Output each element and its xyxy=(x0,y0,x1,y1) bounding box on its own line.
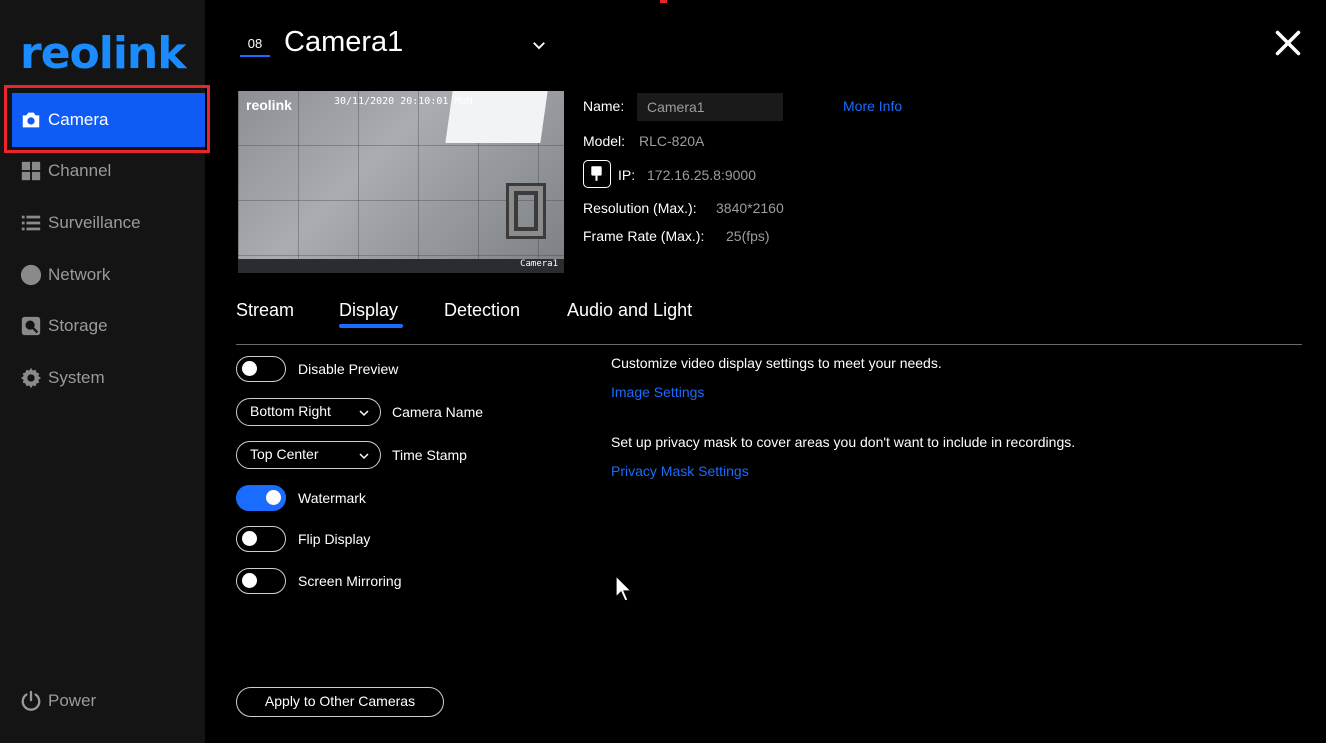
ip-value: 172.16.25.8:9000 xyxy=(647,167,756,183)
sidebar-item-storage[interactable]: Storage xyxy=(12,300,204,352)
sidebar-item-surveillance[interactable]: Surveillance xyxy=(12,197,204,249)
more-info-link[interactable]: More Info xyxy=(843,98,902,114)
sidebar-item-system[interactable]: System xyxy=(12,352,204,404)
top-indicator xyxy=(660,0,667,3)
camera-title[interactable]: Camera1 xyxy=(284,26,403,59)
tab-detection[interactable]: Detection xyxy=(444,300,520,321)
sidebar-item-label: Storage xyxy=(48,316,108,335)
sidebar: reolink Camera Channel Surveillance Netw… xyxy=(0,0,210,743)
preview-camera-name: Camera1 xyxy=(520,259,558,269)
preview-timestamp: 30/11/2020 20:10:01 MON xyxy=(334,96,473,107)
globe-icon xyxy=(20,264,42,286)
image-settings-link[interactable]: Image Settings xyxy=(611,384,704,400)
privacy-mask-settings-link[interactable]: Privacy Mask Settings xyxy=(611,463,749,479)
tab-display[interactable]: Display xyxy=(339,300,398,321)
resolution-value: 3840*2160 xyxy=(716,200,784,216)
model-value: RLC-820A xyxy=(639,133,705,149)
display-description: Customize video display settings to meet… xyxy=(611,355,942,371)
power-button[interactable]: Power xyxy=(20,690,96,712)
screen-mirroring-label: Screen Mirroring xyxy=(298,573,402,589)
list-icon xyxy=(21,215,41,231)
chevron-down-icon xyxy=(359,453,369,460)
toggle-knob xyxy=(242,573,257,588)
gear-icon xyxy=(20,367,42,389)
toggle-knob xyxy=(242,531,257,546)
privacy-description: Set up privacy mask to cover areas you d… xyxy=(611,434,1076,450)
tab-audio-and-light[interactable]: Audio and Light xyxy=(567,300,692,321)
ip-label: IP: xyxy=(618,167,636,183)
grid-icon xyxy=(21,161,41,181)
active-tab-indicator xyxy=(339,324,403,328)
resolution-label: Resolution (Max.): xyxy=(583,200,697,216)
power-label: Power xyxy=(48,691,97,710)
name-label: Name: xyxy=(583,98,625,114)
tab-stream[interactable]: Stream xyxy=(236,300,294,321)
selection-highlight xyxy=(4,85,210,153)
disable-preview-toggle[interactable] xyxy=(236,356,286,382)
preview-floor xyxy=(238,259,564,273)
channel-number: 08 xyxy=(240,36,270,57)
storage-icon xyxy=(21,316,41,336)
apply-to-other-cameras-button[interactable]: Apply to Other Cameras xyxy=(236,687,444,717)
name-field[interactable]: Camera1 xyxy=(637,93,783,121)
framerate-label: Frame Rate (Max.): xyxy=(583,228,705,244)
disable-preview-label: Disable Preview xyxy=(298,361,399,377)
sidebar-item-label: Surveillance xyxy=(48,213,141,232)
flip-display-toggle[interactable] xyxy=(236,526,286,552)
sidebar-item-channel[interactable]: Channel xyxy=(12,145,204,197)
toggle-knob xyxy=(266,490,281,505)
mouse-cursor-icon xyxy=(615,575,633,602)
camera-name-position-select[interactable]: Bottom Right xyxy=(236,398,381,426)
power-icon xyxy=(21,690,41,711)
watermark-toggle[interactable] xyxy=(236,485,286,511)
chevron-down-icon[interactable] xyxy=(530,36,548,54)
toggle-knob xyxy=(242,361,257,376)
time-stamp-label: Time Stamp xyxy=(392,447,467,463)
framerate-value: 25(fps) xyxy=(726,228,770,244)
sidebar-item-network[interactable]: Network xyxy=(12,249,204,301)
tab-bar: Stream Display Detection Audio and Light xyxy=(236,298,1302,345)
ip-icon xyxy=(583,160,611,188)
camera-name-label: Camera Name xyxy=(392,404,484,420)
close-icon[interactable] xyxy=(1274,29,1302,57)
select-value: Bottom Right xyxy=(250,403,331,419)
screen-mirroring-toggle[interactable] xyxy=(236,568,286,594)
model-label: Model: xyxy=(583,133,626,149)
preview-watermark: reolink xyxy=(246,97,292,113)
select-value: Top Center xyxy=(250,446,319,462)
flip-display-label: Flip Display xyxy=(298,531,371,547)
sidebar-item-label: Channel xyxy=(48,161,112,180)
preview-vent xyxy=(506,183,546,239)
sidebar-item-label: Network xyxy=(48,265,111,284)
time-stamp-position-select[interactable]: Top Center xyxy=(236,441,381,469)
watermark-label: Watermark xyxy=(298,490,366,506)
camera-preview: reolink 30/11/2020 20:10:01 MON Camera1 xyxy=(238,91,564,273)
chevron-down-icon xyxy=(359,410,369,417)
sidebar-item-label: System xyxy=(48,368,105,387)
reolink-logo: reolink xyxy=(20,28,187,79)
